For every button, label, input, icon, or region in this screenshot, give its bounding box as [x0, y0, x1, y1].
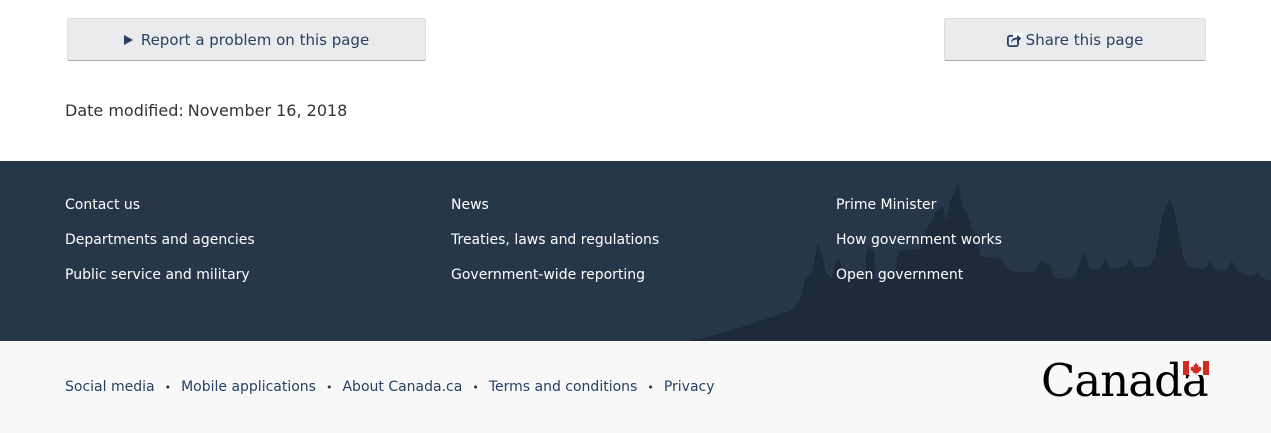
link-separator: •	[472, 380, 479, 394]
play-icon	[123, 34, 133, 45]
link-separator: •	[325, 380, 333, 394]
date-modified-label: Date modified:	[65, 101, 184, 120]
date-modified: Date modified: November 16, 2018	[65, 101, 347, 120]
date-modified-value: November 16, 2018	[187, 101, 348, 120]
canada-flag-icon	[1183, 361, 1209, 375]
link-separator: •	[647, 380, 654, 394]
report-problem-button[interactable]: Report a problem on this page	[67, 18, 426, 61]
footer-link-contact-us[interactable]: Contact us	[65, 195, 255, 230]
link-privacy[interactable]: Privacy	[664, 379, 715, 395]
footer-link-how-government-works[interactable]: How government works	[836, 230, 1002, 265]
sub-footer-links: Social media • Mobile applications • Abo…	[65, 379, 715, 395]
main-footer: Contact us Departments and agencies Publ…	[0, 161, 1271, 341]
link-social-media[interactable]: Social media	[65, 379, 155, 395]
link-terms-conditions[interactable]: Terms and conditions	[489, 379, 638, 395]
footer-link-prime-minister[interactable]: Prime Minister	[836, 195, 1002, 230]
report-problem-label: Report a problem on this page	[140, 30, 370, 49]
sub-footer: Social media • Mobile applications • Abo…	[0, 341, 1271, 433]
footer-column-government: Prime Minister How government works Open…	[836, 195, 1002, 300]
share-square-icon	[1006, 32, 1022, 47]
canada-wordmark: Canada	[1040, 355, 1212, 407]
page-details: Report a problem on this page Share this…	[0, 0, 1271, 161]
footer-link-public-service-military[interactable]: Public service and military	[65, 265, 255, 300]
share-page-button[interactable]: Share this page	[944, 18, 1206, 61]
share-page-label: Share this page	[1025, 30, 1144, 49]
footer-link-treaties-laws[interactable]: Treaties, laws and regulations	[451, 230, 659, 265]
footer-link-government-reporting[interactable]: Government-wide reporting	[451, 265, 659, 300]
footer-link-open-government[interactable]: Open government	[836, 265, 1002, 300]
link-separator: •	[164, 380, 172, 394]
link-mobile-applications[interactable]: Mobile applications	[181, 379, 316, 395]
footer-link-departments-agencies[interactable]: Departments and agencies	[65, 230, 255, 265]
footer-column-contact: Contact us Departments and agencies Publ…	[65, 195, 255, 300]
link-about-canada[interactable]: About Canada.ca	[342, 379, 462, 395]
footer-column-news: News Treaties, laws and regulations Gove…	[451, 195, 659, 300]
footer-link-news[interactable]: News	[451, 195, 659, 230]
